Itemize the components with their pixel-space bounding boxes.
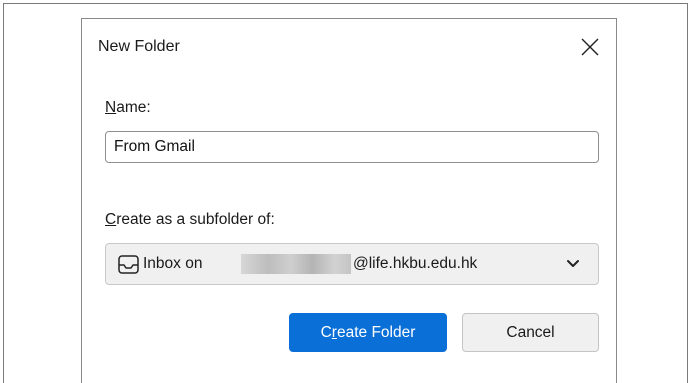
create-label-post: eate Folder	[336, 323, 416, 341]
subfolder-label-text: reate as a subfolder of:	[116, 211, 275, 228]
close-icon	[581, 38, 599, 56]
name-label: Name:	[105, 99, 151, 117]
subfolder-label: Create as a subfolder of:	[105, 211, 275, 229]
dialog-title: New Folder	[98, 38, 180, 55]
redacted-username	[241, 254, 351, 274]
selected-folder-domain: @life.hkbu.edu.hk	[353, 255, 478, 272]
new-folder-dialog: New Folder Name: Create as a subfolder o…	[81, 18, 617, 383]
parent-folder-dropdown[interactable]: Inbox on @life.hkbu.edu.hk	[105, 243, 599, 285]
dialog-titlebar: New Folder	[82, 19, 616, 77]
cancel-button[interactable]: Cancel	[462, 313, 599, 352]
folder-name-input[interactable]	[105, 131, 599, 163]
create-folder-button[interactable]: Cr eate Folder	[289, 313, 447, 352]
name-label-text: ame:	[116, 99, 151, 116]
name-label-accesskey: N	[105, 99, 117, 116]
close-button[interactable]	[576, 33, 604, 61]
subfolder-label-accesskey: C	[105, 211, 117, 228]
create-label-pre: C	[320, 323, 332, 341]
selected-folder-prefix: Inbox on	[143, 255, 203, 272]
inbox-icon	[118, 255, 139, 274]
chevron-down-icon	[566, 258, 580, 270]
